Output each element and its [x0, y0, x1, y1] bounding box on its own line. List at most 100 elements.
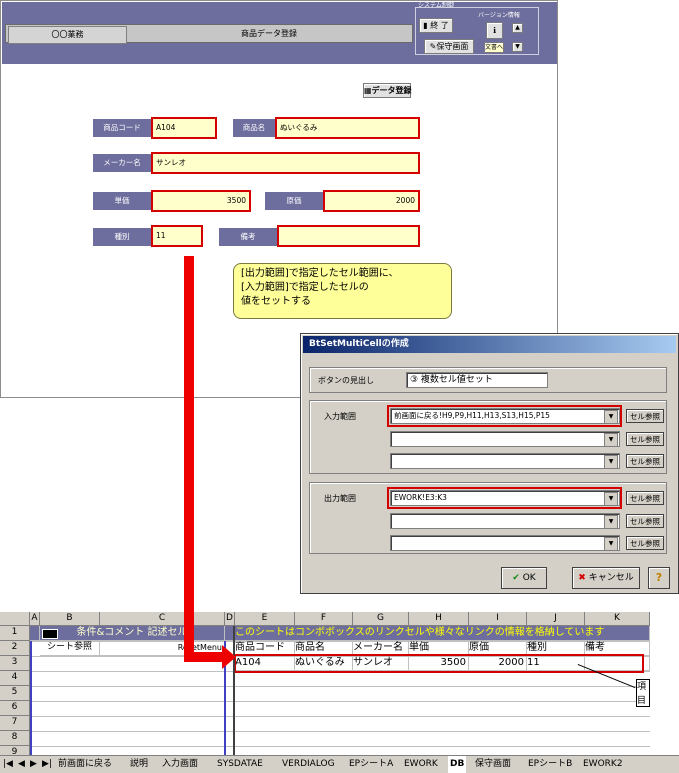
output-range-combo-2[interactable]: ▼	[390, 513, 620, 529]
cancel-button[interactable]: ✖ キャンセル	[572, 567, 640, 589]
category-field[interactable]: 11	[151, 225, 203, 247]
product-name-field[interactable]: ぬいぐるみ	[275, 117, 420, 139]
system-control-label: システム制御	[418, 2, 454, 9]
sheet-tab-bar: |◀ ◀ ▶ ▶| 前画面に戻る 説明 入力画面 SYSDATAE VERDIA…	[0, 755, 679, 773]
cancel-label: キャンセル	[588, 573, 634, 583]
tab-main-business[interactable]: 〇〇業務	[8, 26, 127, 44]
dropdown-arrow-icon[interactable]: ▼	[604, 515, 618, 528]
callout-line-1: [出力範囲]で指定したセル範囲に、	[241, 268, 399, 279]
sheet-tab-7-active[interactable]: DB	[448, 756, 467, 773]
check-icon: ✔	[512, 573, 520, 583]
maker-name-label: メーカー名	[93, 154, 151, 172]
document-button[interactable]: 文書へ	[484, 42, 504, 53]
sheet-tab-9[interactable]: EPシートB	[528, 756, 572, 773]
exit-button[interactable]: ▮ 終 了	[419, 18, 453, 33]
output-cell-ref-button-1[interactable]: セル参照	[626, 491, 664, 505]
output-range-group: 出力範囲 EWORK!E3:K3 ▼ セル参照 ▼ セル参照 ▼ セル参照	[309, 482, 667, 554]
dropdown-arrow-icon[interactable]: ▼	[604, 433, 618, 446]
form-tab-bar: 〇〇業務 商品データ登録	[5, 24, 413, 44]
maintenance-screen-button[interactable]: ✎保守画面	[424, 39, 474, 54]
col-header-h[interactable]: H	[409, 612, 469, 626]
cost-field[interactable]: 2000	[323, 190, 420, 212]
sheet-tab-0[interactable]: 前画面に戻る	[58, 756, 112, 773]
input-range-label: 入力範囲	[324, 412, 356, 421]
red-arrow-bend	[184, 652, 224, 662]
sheet-tab-2[interactable]: 入力画面	[162, 756, 198, 773]
row-header-2[interactable]: 2	[0, 641, 30, 656]
col-header-i[interactable]: I	[469, 612, 527, 626]
caption-label: ボタンの見出し	[318, 376, 374, 385]
remarks-field[interactable]	[277, 225, 420, 247]
product-code-label: 商品コード	[93, 119, 151, 137]
row1-banner[interactable]: このシートはコンボボックスのリンクセルや様々なリンクの情報を格納しています	[235, 626, 650, 641]
last-sheet-icon[interactable]: ▶|	[42, 756, 52, 773]
dropdown-arrow-icon[interactable]: ▼	[604, 455, 618, 468]
input-range-combo-2[interactable]: ▼	[390, 431, 620, 447]
row-header-8[interactable]: 8	[0, 731, 30, 746]
next-sheet-icon[interactable]: ▶	[30, 756, 37, 773]
cell-b1-title[interactable]: 条件&コメント 記述セル	[40, 626, 225, 641]
output-cell-ref-button-2[interactable]: セル参照	[626, 514, 664, 528]
input-range-combo-1[interactable]: 前画面に戻る!H9,P9,H11,H13,S13,H15,P15 ▼	[390, 408, 620, 424]
maker-name-field[interactable]: サンレオ	[151, 152, 420, 174]
col-header-g[interactable]: G	[353, 612, 409, 626]
callout-line-2: [入力範囲]で指定したセルの	[241, 282, 369, 293]
cost-label: 原価	[265, 192, 323, 210]
help-button[interactable]: ?	[648, 567, 670, 589]
sheet-tab-4[interactable]: VERDIALOG	[282, 756, 335, 773]
scroll-down-icon[interactable]: ▼	[512, 42, 523, 52]
dropdown-arrow-icon[interactable]: ▼	[604, 410, 618, 423]
red-arrow-head-icon	[222, 645, 236, 669]
col-header-a[interactable]: A	[30, 612, 40, 626]
caption-input[interactable]: ③ 複数セル値セット	[406, 372, 548, 388]
cell-comment-note: 項目	[636, 679, 650, 707]
output-range-combo-3[interactable]: ▼	[390, 535, 620, 551]
input-range-group: 入力範囲 前画面に戻る!H9,P9,H11,H13,S13,H15,P15 ▼ セ…	[309, 400, 667, 474]
data-register-button[interactable]: ▦データ登録	[363, 83, 412, 98]
row-header-6[interactable]: 6	[0, 701, 30, 716]
cell-a1[interactable]	[30, 626, 40, 641]
row-header-4[interactable]: 4	[0, 671, 30, 686]
register-icon: ▦	[364, 86, 372, 95]
sheet-tab-5[interactable]: EPシートA	[349, 756, 393, 773]
input-range-value-1: 前画面に戻る!H9,P9,H11,H13,S13,H15,P15	[394, 411, 550, 420]
input-cell-ref-button-2[interactable]: セル参照	[626, 432, 664, 446]
col-header-k[interactable]: K	[585, 612, 650, 626]
col-header-c[interactable]: C	[100, 612, 225, 626]
dropdown-arrow-icon[interactable]: ▼	[604, 537, 618, 550]
prev-sheet-icon[interactable]: ◀	[18, 756, 25, 773]
unit-price-label: 単価	[93, 192, 151, 210]
sheet-tab-6[interactable]: EWORK	[404, 756, 438, 773]
input-cell-ref-button-1[interactable]: セル参照	[626, 409, 664, 423]
col-header-f[interactable]: F	[295, 612, 353, 626]
row-header-7[interactable]: 7	[0, 716, 30, 731]
scroll-up-icon[interactable]: ▲	[512, 23, 523, 33]
input-range-combo-3[interactable]: ▼	[390, 453, 620, 469]
select-all-corner[interactable]	[0, 612, 30, 626]
col-header-e[interactable]: E	[235, 612, 295, 626]
input-cell-ref-button-3[interactable]: セル参照	[626, 454, 664, 468]
output-cell-ref-button-3[interactable]: セル参照	[626, 536, 664, 550]
product-code-field[interactable]: A104	[151, 117, 217, 139]
col-header-d[interactable]: D	[225, 612, 235, 626]
row-header-3[interactable]: 3	[0, 656, 30, 671]
output-range-label: 出力範囲	[324, 494, 356, 503]
output-range-combo-1[interactable]: EWORK!E3:K3 ▼	[390, 490, 620, 506]
system-control-panel: システム制御 バージョン情報 ▮ 終 了 ✎保守画面 ℹ ▲ 文書へ ▼	[415, 2, 539, 55]
sheet-tab-10[interactable]: EWORK2	[583, 756, 623, 773]
row-header-5[interactable]: 5	[0, 686, 30, 701]
dropdown-arrow-icon[interactable]: ▼	[604, 492, 618, 505]
exit-button-label: 終 了	[430, 21, 449, 30]
col-header-j[interactable]: J	[527, 612, 585, 626]
version-info-icon[interactable]: ℹ	[486, 22, 503, 39]
row-header-1[interactable]: 1	[0, 626, 30, 641]
sheet-tab-3[interactable]: SYSDATAE	[217, 756, 263, 773]
unit-price-field[interactable]: 3500	[151, 190, 251, 212]
col-header-b[interactable]: B	[40, 612, 100, 626]
ok-button[interactable]: ✔ OK	[501, 567, 547, 589]
explanation-callout: [出力範囲]で指定したセル範囲に、 [入力範囲]で指定したセルの 値をセットする	[233, 263, 452, 319]
sheet-tab-8[interactable]: 保守画面	[475, 756, 511, 773]
door-icon: ▮	[423, 21, 428, 30]
first-sheet-icon[interactable]: |◀	[3, 756, 13, 773]
sheet-tab-1[interactable]: 説明	[130, 756, 148, 773]
